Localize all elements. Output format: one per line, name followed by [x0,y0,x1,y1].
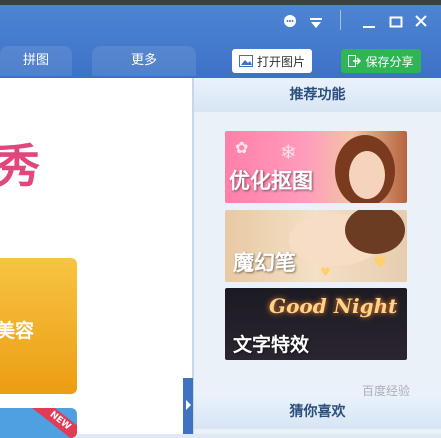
section-guess-you-like: 猜你喜欢 [194,395,441,429]
banner-cutout-label: 优化抠图 [229,169,313,193]
open-image-button[interactable]: 打开图片 [232,49,312,73]
svg-text:♥: ♥ [373,253,387,272]
beauty-feature-card[interactable]: 美容 [0,258,77,394]
beauty-feature-label: 美容 [0,320,35,342]
banner-magic-pen-label: 魔幻笔 [233,251,296,275]
banner-magic-pen[interactable]: ♥ ♥ 魔幻笔 [225,210,407,282]
section-recommended: 推荐功能 [194,78,441,112]
svg-text:✿: ✿ [235,138,248,157]
banner-text-effect[interactable]: Good Night 文字特效 [225,288,407,360]
image-icon [238,55,253,67]
separator [340,10,341,30]
banner-text-effect-label: 文字特效 [233,334,310,356]
collapse-panel-handle[interactable] [183,378,193,434]
watermark: 百度经验 [362,384,411,398]
minimize-icon[interactable] [362,14,376,33]
open-image-label: 打开图片 [256,54,305,69]
dropdown-icon[interactable] [309,14,323,33]
save-share-button[interactable]: 保存分享 [341,49,421,73]
banner-cutout[interactable]: ✿ ❄ 优化抠图 [225,131,407,203]
window-top-edge [0,0,441,5]
maximize-icon[interactable] [389,14,403,33]
share-icon [348,55,362,67]
chat-icon[interactable] [283,13,297,32]
save-share-label: 保存分享 [365,54,414,69]
tab-more[interactable]: 更多 [92,46,196,76]
svg-text:❄: ❄ [280,140,297,164]
banner-text-effect-script: Good Night [269,294,398,318]
svg-text:♥: ♥ [320,265,331,279]
page-title-partial: 秀 [0,139,40,193]
tab-puzzle[interactable]: 拼图 [0,46,72,76]
close-icon[interactable] [414,13,428,32]
